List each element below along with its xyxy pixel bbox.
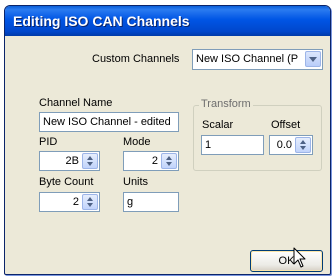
- scalar-input[interactable]: 1: [201, 135, 264, 155]
- ok-button[interactable]: OK: [250, 250, 323, 272]
- byte-count-value: 2: [72, 196, 79, 208]
- title-bar[interactable]: Editing ISO CAN Channels: [5, 6, 330, 36]
- pid-label: PID: [39, 136, 58, 148]
- mode-stepper[interactable]: 2: [123, 151, 179, 171]
- byte-count-label: Byte Count: [39, 176, 94, 188]
- mode-label: Mode: [123, 136, 151, 148]
- custom-channels-dropdown[interactable]: New ISO Channel (P: [192, 49, 323, 70]
- pid-stepper[interactable]: 2B: [39, 151, 100, 171]
- channel-name-value: New ISO Channel - edited: [43, 116, 171, 128]
- chevron-down-icon[interactable]: [305, 51, 321, 67]
- scalar-label: Scalar: [202, 119, 234, 131]
- up-down-arrows-icon[interactable]: [295, 137, 311, 153]
- transform-group-title: Transform: [199, 98, 253, 110]
- up-down-arrows-icon[interactable]: [161, 153, 177, 169]
- custom-channels-value: New ISO Channel (P: [196, 53, 299, 65]
- offset-label: Offset: [271, 119, 301, 131]
- offset-stepper[interactable]: 0.0: [269, 135, 313, 155]
- units-value: g: [127, 196, 134, 208]
- up-down-arrows-icon[interactable]: [82, 194, 98, 210]
- mouse-pointer-icon: [293, 247, 306, 268]
- dialog-client-area: Custom Channels New ISO Channel (P Chann…: [5, 36, 330, 274]
- pid-value: 2B: [65, 155, 79, 167]
- byte-count-stepper[interactable]: 2: [39, 192, 100, 212]
- units-label: Units: [123, 176, 149, 188]
- mode-value: 2: [151, 155, 158, 167]
- custom-channels-label: Custom Channels: [92, 53, 180, 65]
- window-title: Editing ISO CAN Channels: [13, 13, 190, 29]
- dialog-window: Editing ISO CAN Channels Custom Channels…: [4, 5, 331, 275]
- units-input[interactable]: g: [123, 192, 179, 212]
- channel-name-input[interactable]: New ISO Channel - edited: [39, 112, 179, 132]
- channel-name-label: Channel Name: [39, 97, 113, 109]
- scalar-value: 1: [205, 139, 212, 151]
- offset-value: 0.0: [276, 139, 292, 151]
- up-down-arrows-icon[interactable]: [82, 153, 98, 169]
